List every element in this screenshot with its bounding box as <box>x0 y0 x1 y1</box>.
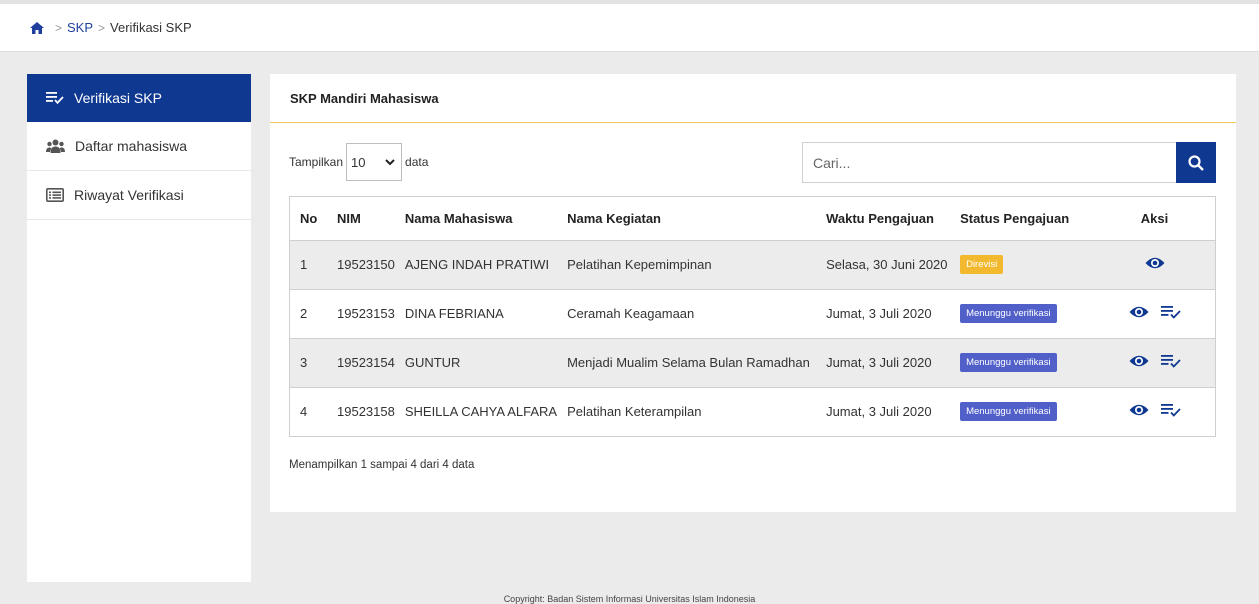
show-prefix-label: Tampilkan <box>289 155 344 169</box>
cell-status: Direvisi <box>950 240 1095 290</box>
users-icon <box>46 139 65 153</box>
sidebar-item-verifikasi-skp[interactable]: Verifikasi SKP <box>27 74 251 122</box>
cell-nama: GUNTUR <box>394 338 558 388</box>
header-aksi: Aksi <box>1094 197 1215 241</box>
cell-nim: 19523150 <box>327 240 395 290</box>
breadcrumb-link-skp[interactable]: SKP <box>67 20 93 35</box>
footer-copyright: Copyright: Badan Sistem Informasi Univer… <box>503 594 756 604</box>
cell-kegiatan: Pelatihan Kepemimpinan <box>557 240 817 290</box>
cell-nama: AJENG INDAH PRATIWI <box>394 240 558 290</box>
cell-kegiatan: Pelatihan Keterampilan <box>567 404 702 420</box>
sidebar-item-riwayat-verifikasi[interactable]: Riwayat Verifikasi <box>27 171 251 220</box>
sidebar-item-daftar-mahasiswa[interactable]: Daftar mahasiswa <box>27 122 251 171</box>
header-status-pengajuan: Status Pengajuan <box>950 197 1095 241</box>
main-panel: SKP Mandiri Mahasiswa Tampilkan 10 data <box>270 74 1236 512</box>
page-size-control: Tampilkan 10 data <box>289 143 428 181</box>
header-nama-mahasiswa: Nama Mahasiswa <box>394 197 558 241</box>
status-badge: Direvisi <box>960 255 1004 274</box>
sidebar-item-label: Riwayat Verifikasi <box>74 187 184 203</box>
table-row: 1 19523150 AJENG INDAH PRATIWI Pelatihan… <box>290 240 1215 290</box>
cell-waktu: Jumat, 3 Juli 2020 <box>826 404 932 420</box>
verify-list-check-icon[interactable] <box>1160 403 1181 418</box>
cell-aksi <box>1094 240 1215 290</box>
cell-no: 4 <box>300 404 308 420</box>
cell-nama: SHEILLA CAHYA ALFARA <box>404 404 558 420</box>
header-nim: NIM <box>327 197 395 241</box>
eye-icon[interactable] <box>1129 403 1149 417</box>
eye-icon[interactable] <box>1129 305 1149 319</box>
list-check-icon <box>46 92 64 104</box>
eye-icon[interactable] <box>1129 354 1149 368</box>
table-header-row: No NIM Nama Mahasiswa Nama Kegiatan Wakt… <box>290 197 1215 241</box>
search-input[interactable] <box>802 142 1176 183</box>
cell-nim: 19523158 <box>337 404 395 420</box>
list-alt-icon <box>46 188 64 202</box>
sidebar-item-label: Daftar mahasiswa <box>75 138 188 154</box>
search-button[interactable] <box>1176 142 1216 183</box>
table-info: Menampilkan 1 sampai 4 dari 4 data <box>289 459 475 471</box>
panel-title: SKP Mandiri Mahasiswa <box>270 74 1236 123</box>
header-waktu-pengajuan: Waktu Pengajuan <box>816 197 951 241</box>
verify-list-check-icon[interactable] <box>1160 305 1181 319</box>
sidebar-item-label: Verifikasi SKP <box>74 90 162 106</box>
cell-kegiatan: Menjadi Mualim Selama Bulan Ramadhan <box>557 338 817 388</box>
status-badge: Menunggu verifikasi <box>960 353 1057 372</box>
breadcrumb-current: Verifikasi SKP <box>110 20 192 35</box>
search-bar <box>802 142 1216 183</box>
breadcrumb-separator: > <box>55 20 63 35</box>
show-suffix-label: data <box>405 155 429 169</box>
cell-aksi <box>1094 387 1215 436</box>
cell-status: Menunggu verifikasi <box>950 289 1095 339</box>
header-nama-kegiatan: Nama Kegiatan <box>557 197 817 241</box>
cell-waktu: Selasa, 30 Juni 2020 <box>816 240 951 290</box>
page-size-select[interactable]: 10 <box>346 143 403 181</box>
cell-no: 2 <box>290 289 327 339</box>
page-size-value: 10 <box>351 154 366 170</box>
verify-list-check-icon[interactable] <box>1160 354 1181 368</box>
cell-aksi <box>1094 338 1215 388</box>
cell-waktu: Jumat, 3 Juli 2020 <box>816 289 951 339</box>
table-row: 2 19523153 DINA FEBRIANA Ceramah Keagama… <box>290 289 1215 339</box>
cell-nim: 19523154 <box>327 338 395 388</box>
chevron-down-icon <box>385 158 395 165</box>
table-row: 3 19523154 GUNTUR Menjadi Mualim Selama … <box>290 338 1215 388</box>
sidebar: Verifikasi SKP Daftar mahasiswa Riwayat … <box>27 74 251 582</box>
eye-icon[interactable] <box>1145 256 1165 270</box>
cell-no: 1 <box>290 240 327 290</box>
cell-no: 3 <box>290 338 327 388</box>
submissions-table: No NIM Nama Mahasiswa Nama Kegiatan Wakt… <box>289 196 1216 437</box>
table-row: 4 19523158 SHEILLA CAHYA ALFARA Pelatiha… <box>290 387 1215 436</box>
cell-status: Menunggu verifikasi <box>950 387 1094 436</box>
cell-status: Menunggu verifikasi <box>950 338 1095 388</box>
status-badge: Menunggu verifikasi <box>960 304 1057 323</box>
status-badge: Menunggu verifikasi <box>960 402 1057 422</box>
header-no: No <box>290 197 327 241</box>
cell-kegiatan: Ceramah Keagamaan <box>557 289 817 339</box>
cell-aksi <box>1094 289 1215 339</box>
cell-nim: 19523153 <box>327 289 395 339</box>
cell-waktu: Jumat, 3 Juli 2020 <box>816 338 951 388</box>
breadcrumb-separator: > <box>98 20 106 35</box>
cell-nama: DINA FEBRIANA <box>394 289 558 339</box>
breadcrumb: > SKP > Verifikasi SKP <box>0 4 1259 52</box>
search-icon <box>1188 154 1204 171</box>
home-icon[interactable] <box>30 21 44 34</box>
